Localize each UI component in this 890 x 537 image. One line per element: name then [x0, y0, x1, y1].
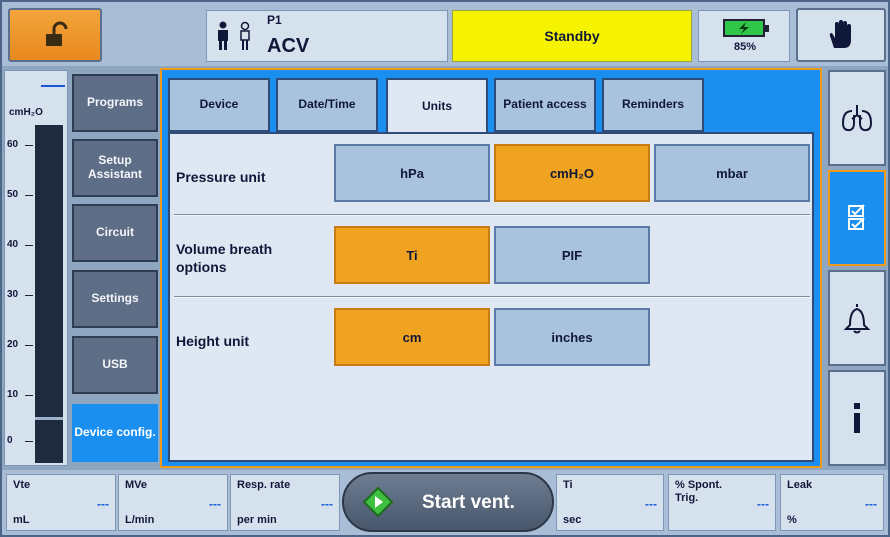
param-unit: L/min — [125, 514, 155, 526]
menu-item-device-config[interactable]: Device config. — [72, 404, 158, 462]
gauge-bar — [35, 125, 63, 463]
lock-button[interactable] — [8, 8, 102, 62]
info-icon — [854, 403, 860, 433]
tab-units[interactable]: Units — [386, 78, 488, 134]
side-menu: Programs Setup Assistant Circuit Setting… — [68, 70, 160, 466]
param-spont-trig[interactable]: % Spont. Trig. --- — [668, 474, 776, 531]
gauge-tick: 20 — [7, 339, 34, 350]
start-vent-button[interactable]: Start vent. — [342, 472, 554, 532]
status-banner: Standby — [452, 10, 692, 62]
param-label: Leak — [787, 479, 813, 491]
param-unit: sec — [563, 514, 582, 526]
menu-item-programs[interactable]: Programs — [72, 74, 158, 132]
volume-option-pif[interactable]: PIF — [494, 226, 650, 284]
patient-info[interactable]: P1 ACV — [206, 10, 448, 62]
patient-id: P1 — [267, 13, 282, 27]
gauge-baseline — [35, 417, 63, 420]
param-label: Ti — [563, 479, 573, 491]
divider — [174, 296, 810, 298]
param-unit: per min — [237, 514, 277, 526]
tab-patient-access[interactable]: Patient access — [494, 78, 596, 132]
param-value: --- — [209, 497, 221, 511]
height-option-cm[interactable]: cm — [334, 308, 490, 366]
tab-device[interactable]: Device — [168, 78, 270, 132]
manual-breath-button[interactable] — [796, 8, 886, 62]
param-unit: % — [787, 514, 797, 526]
param-label: MVe — [125, 479, 148, 491]
gauge-unit: cmH₂O — [9, 107, 43, 118]
adult-patient-icon — [218, 21, 228, 50]
menu-item-circuit[interactable]: Circuit — [72, 204, 158, 262]
param-ti[interactable]: Ti sec --- — [556, 474, 664, 531]
param-value: --- — [645, 497, 657, 511]
lungs-icon — [841, 105, 873, 132]
units-content: Pressure unit hPa cmH₂O mbar Volume brea… — [168, 132, 814, 462]
divider — [174, 214, 810, 216]
battery-indicator: 85% — [698, 10, 790, 62]
pressure-gauge: cmH₂O 60 50 40 30 20 10 0 — [4, 70, 68, 466]
child-patient-icon — [240, 21, 250, 50]
gauge-tick: 50 — [7, 189, 34, 200]
menu-item-settings[interactable]: Settings — [72, 270, 158, 328]
info-button[interactable] — [828, 370, 886, 466]
param-label: Resp. rate — [237, 479, 291, 491]
tab-date-time[interactable]: Date/Time — [276, 78, 378, 132]
param-value: --- — [757, 497, 769, 511]
start-vent-label: Start vent. — [422, 492, 515, 513]
gauge-tick: 30 — [7, 289, 34, 300]
height-option-inches[interactable]: inches — [494, 308, 650, 366]
alarms-button[interactable] — [828, 270, 886, 366]
monitoring-button[interactable] — [828, 70, 886, 166]
param-value: --- — [321, 497, 333, 511]
pressure-option-mbar[interactable]: mbar — [654, 144, 810, 202]
param-leak[interactable]: Leak % --- — [780, 474, 884, 531]
param-label: % Spont. Trig. — [675, 479, 723, 504]
battery-icon — [723, 19, 769, 37]
param-mve[interactable]: MVe L/min --- — [118, 474, 228, 531]
param-label: Vte — [13, 479, 31, 491]
volume-option-ti[interactable]: Ti — [334, 226, 490, 284]
menu-item-usb[interactable]: USB — [72, 336, 158, 394]
pressure-option-cmh2o[interactable]: cmH₂O — [494, 144, 650, 202]
menu-item-setup-assistant[interactable]: Setup Assistant — [72, 139, 158, 197]
battery-level: 85% — [733, 41, 757, 53]
hand-icon — [829, 20, 851, 48]
top-bar: P1 ACV Standby 85% — [2, 2, 888, 66]
gauge-tick: 10 — [7, 389, 34, 400]
pressure-unit-label: Pressure unit — [176, 169, 266, 185]
settings-checklist-button[interactable] — [828, 170, 886, 266]
tab-reminders[interactable]: Reminders — [602, 78, 704, 132]
gauge-tick: 60 — [7, 139, 34, 150]
gauge-tick: 0 — [7, 435, 32, 446]
gauge-value — [41, 85, 65, 87]
height-unit-label: Height unit — [176, 333, 250, 349]
param-unit: mL — [13, 514, 30, 526]
param-resp-rate[interactable]: Resp. rate per min --- — [230, 474, 340, 531]
param-value: --- — [865, 497, 877, 511]
gauge-tick: 40 — [7, 239, 34, 250]
bell-icon — [843, 304, 871, 334]
unlock-icon — [46, 21, 68, 46]
param-value: --- — [97, 497, 109, 511]
device-config-panel: Device Date/Time Units Patient access Re… — [160, 68, 822, 468]
start-icon — [362, 486, 394, 518]
bottom-bar: Vte mL --- MVe L/min --- Resp. rate per … — [2, 470, 888, 535]
volume-breath-label: Volume breath options — [176, 241, 273, 276]
param-vte[interactable]: Vte mL --- — [6, 474, 116, 531]
checklist-icon — [848, 204, 865, 230]
pressure-option-hpa[interactable]: hPa — [334, 144, 490, 202]
ventilation-mode: ACV — [267, 35, 310, 57]
